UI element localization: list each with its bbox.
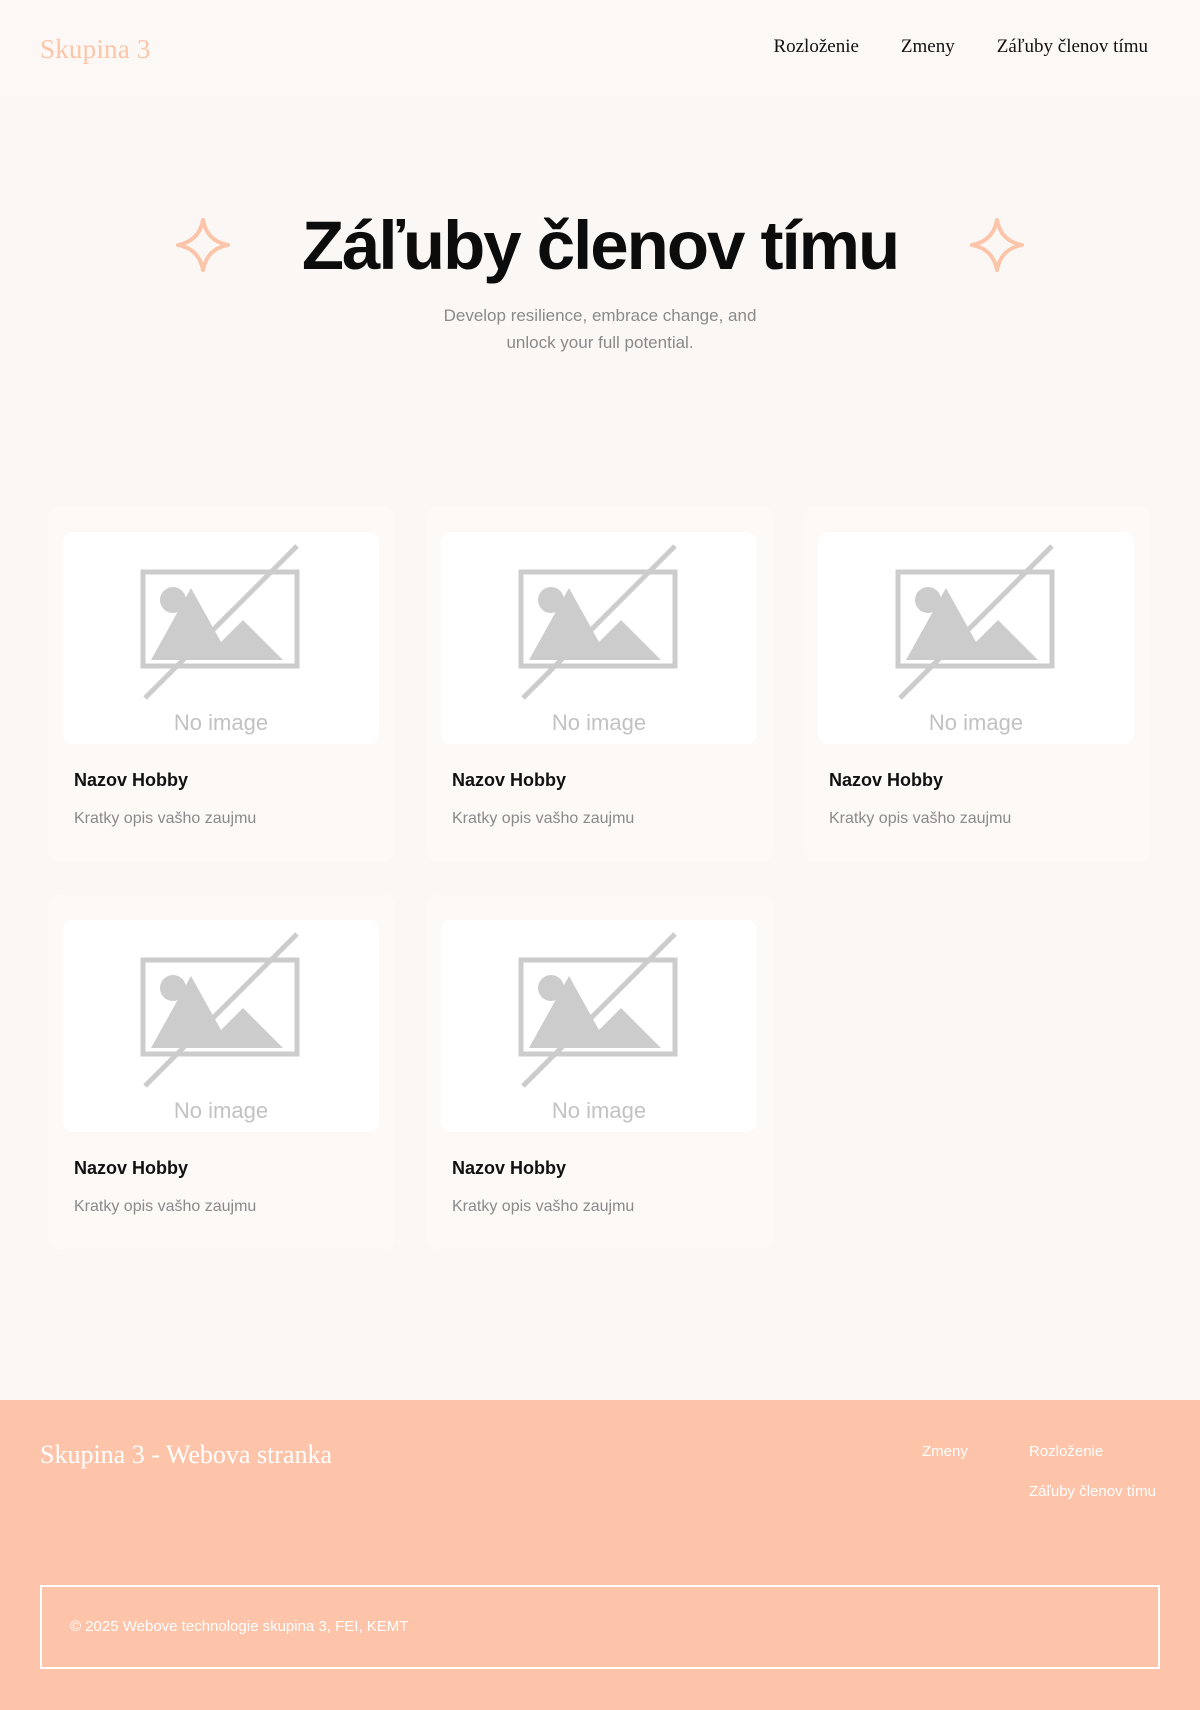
hobby-card[interactable]: No image Nazov Hobby Kratky opis vašho z… xyxy=(49,506,395,862)
site-logo[interactable]: Skupina 3 xyxy=(40,34,151,65)
no-image-label: No image xyxy=(173,1098,269,1123)
nav-link-rozlozenie[interactable]: Rozloženie xyxy=(773,36,858,58)
subtitle-line-2: unlock your full potential. xyxy=(506,333,694,352)
no-image-label: No image xyxy=(173,710,269,735)
footer-link-zaluby[interactable]: Záľuby členov tímu xyxy=(1029,1483,1156,1500)
copyright-box: © 2025 Webove technologie skupina 3, FEI… xyxy=(40,1585,1160,1669)
card-description: Kratky opis vašho zaujmu xyxy=(829,810,1012,827)
hobby-card[interactable]: No image Nazov Hobby Kratky opis vašho z… xyxy=(427,506,773,862)
copyright-text: © 2025 Webove technologie skupina 3, FEI… xyxy=(70,1618,409,1635)
page-title: Záľuby členov tímu xyxy=(301,206,900,284)
card-description: Kratky opis vašho zaujmu xyxy=(452,810,635,827)
site-header: Skupina 3 Rozloženie Zmeny Záľuby členov… xyxy=(0,0,1200,100)
card-description: Kratky opis vašho zaujmu xyxy=(452,1198,635,1215)
card-image-placeholder: No image xyxy=(441,532,757,744)
nav-link-zmeny[interactable]: Zmeny xyxy=(901,36,955,58)
hobby-card[interactable]: No image Nazov Hobby Kratky opis vašho z… xyxy=(427,894,773,1250)
hero-title-row: Záľuby členov tímu xyxy=(0,200,1200,290)
card-description: Kratky opis vašho zaujmu xyxy=(74,1198,257,1215)
hobby-card[interactable]: No image Nazov Hobby Kratky opis vašho z… xyxy=(804,506,1150,862)
card-title: Nazov Hobby xyxy=(829,770,944,790)
main-nav: Rozloženie Zmeny Záľuby členov tímu xyxy=(773,36,1148,58)
card-image-placeholder: No image xyxy=(63,532,379,744)
footer-brand: Skupina 3 - Webova stranka xyxy=(40,1440,333,1469)
no-image-label: No image xyxy=(928,710,1024,735)
subtitle-line-1: Develop resilience, embrace change, and xyxy=(443,306,757,325)
card-title: Nazov Hobby xyxy=(74,1158,189,1178)
card-title: Nazov Hobby xyxy=(74,770,189,790)
card-description: Kratky opis vašho zaujmu xyxy=(74,810,257,827)
no-image-label: No image xyxy=(551,710,647,735)
sparkle-star-icon xyxy=(970,217,1025,273)
sparkle-star-icon xyxy=(175,217,230,273)
card-image-placeholder: No image xyxy=(441,920,757,1132)
no-image-label: No image xyxy=(551,1098,647,1123)
footer-link-zmeny[interactable]: Zmeny xyxy=(922,1443,968,1460)
card-title: Nazov Hobby xyxy=(452,770,567,790)
card-title: Nazov Hobby xyxy=(452,1158,567,1178)
site-footer: Skupina 3 - Webova stranka Zmeny Rozlože… xyxy=(0,1400,1200,1710)
page-subtitle: Develop resilience, embrace change, and … xyxy=(400,302,800,356)
nav-link-zaluby[interactable]: Záľuby členov tímu xyxy=(997,36,1148,58)
footer-link-rozlozenie[interactable]: Rozloženie xyxy=(1029,1443,1103,1460)
hobby-card[interactable]: No image Nazov Hobby Kratky opis vašho z… xyxy=(49,894,395,1250)
card-image-placeholder: No image xyxy=(63,920,379,1132)
card-image-placeholder: No image xyxy=(818,532,1134,744)
